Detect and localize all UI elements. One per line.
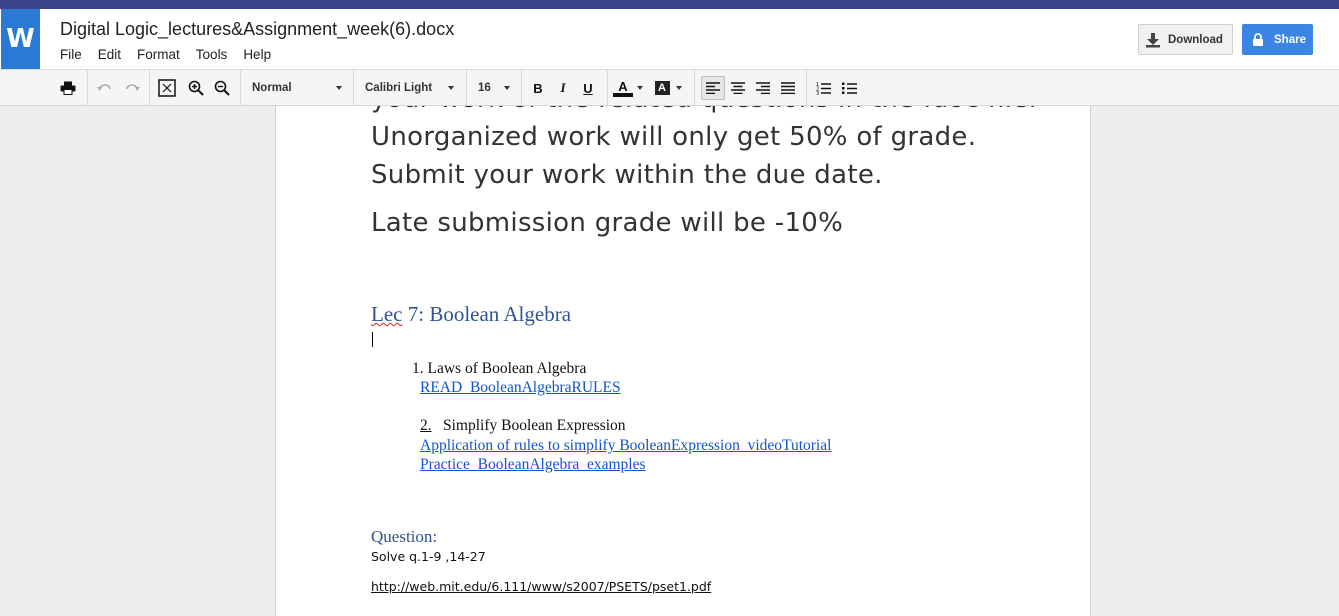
body-text-line: Submit your work within the due date. [371,160,883,190]
underline-button[interactable]: U [578,77,598,99]
text-color-letter: A [618,78,628,94]
align-center-icon [731,82,745,94]
redo-icon [126,84,140,91]
word-app-logo: W [1,9,40,69]
paragraph-style-value: Normal [252,82,292,94]
align-right-icon [756,82,770,94]
fit-page-button[interactable] [156,77,178,99]
italic-button[interactable]: I [553,77,573,99]
font-family-value: Calibri Light [365,82,433,94]
body-text-line: Late submission grade will be -10% [371,208,844,238]
body-text-line: Unorganized work will only get 50% of gr… [371,122,977,152]
font-size-value: 16 [478,82,491,94]
menu-format[interactable]: Format [137,47,180,62]
font-size-dropdown[interactable]: 16 [478,77,510,99]
font-family-dropdown[interactable]: Calibri Light [365,77,454,99]
body-text-line: your work of the related questions in th… [371,106,1037,114]
text-color-swatch [613,92,633,97]
menu-tools[interactable]: Tools [196,47,228,62]
chevron-down-icon [448,86,454,90]
link-pset-pdf[interactable]: http://web.mit.edu/6.111/www/s2007/PSETS… [371,579,711,594]
undo-icon [97,84,111,91]
menu-bar: File Edit Format Tools Help [60,47,287,62]
zoom-out-button[interactable] [211,77,233,99]
question-text: Solve q.1-9 ,14-27 [371,549,486,564]
link-video-tutorial[interactable]: Application of rules to simplify Boolean… [420,437,831,455]
fit-page-icon [158,79,176,97]
paragraph-style-dropdown[interactable]: Normal [252,77,342,99]
toolbar-separator [240,70,241,106]
app-header: W Digital Logic_lectures&Assignment_week… [0,9,1339,70]
undo-button[interactable] [94,77,116,99]
document-page[interactable]: your work of the related questions in th… [275,106,1091,616]
align-justify-icon [781,82,795,94]
align-right-button[interactable] [753,77,773,99]
menu-edit[interactable]: Edit [98,47,121,62]
toolbar-separator [521,70,522,106]
menu-file[interactable]: File [60,47,82,62]
text-color-button[interactable]: A [612,77,644,99]
menu-help[interactable]: Help [243,47,271,62]
svg-text:3: 3 [816,91,819,95]
lecture-heading: Lec 7: Boolean Algebra [371,302,571,327]
align-center-button[interactable] [728,77,748,99]
top-stripe [0,0,1339,9]
download-label: Download [1168,33,1223,46]
download-button[interactable]: Download [1138,24,1233,55]
misspelled-word[interactable]: Lec [371,302,402,326]
chevron-down-icon [504,86,510,90]
toolbar-separator [149,70,150,106]
highlight-color-button[interactable]: A [651,77,685,99]
list-item-simplify: Simplify Boolean Expression [443,417,626,434]
numbered-list-icon: 1 2 3 [816,82,831,95]
lecture-heading-text: 7: Boolean Algebra [402,302,572,326]
document-title[interactable]: Digital Logic_lectures&Assignment_week(6… [60,19,454,40]
list-item-number: 2. [420,417,432,434]
chevron-down-icon [675,86,682,90]
zoom-out-icon [214,80,230,96]
print-icon [60,81,76,95]
align-left-icon [706,82,720,94]
share-label: Share [1274,33,1306,46]
toolbar-separator [466,70,467,106]
question-heading: Question: [371,527,438,546]
download-icon [1146,32,1160,47]
bulleted-list-button[interactable] [839,77,859,99]
toolbar-separator [694,70,695,106]
toolbar-separator [87,70,88,106]
highlight-icon: A [654,81,670,95]
list-item-laws: 1. Laws of Boolean Algebra [412,360,587,377]
toolbar-separator [806,70,807,106]
print-button[interactable] [57,77,79,99]
align-justify-button[interactable] [778,77,798,99]
align-left-button[interactable] [701,76,725,100]
zoom-in-icon [188,80,204,96]
lock-icon [1253,33,1263,46]
numbered-list-button[interactable]: 1 2 3 [813,77,833,99]
link-read-boolean-rules[interactable]: READ_BooleanAlgebraRULES [420,379,621,397]
formatting-toolbar: Normal Calibri Light 16 B I U A A 1 2 3 [0,70,1339,106]
link-practice-examples[interactable]: Practice_BooleanAlgebra_examples [420,456,646,474]
text-cursor [372,332,373,347]
zoom-in-button[interactable] [185,77,207,99]
chevron-down-icon [336,86,342,90]
redo-button[interactable] [121,77,143,99]
share-button[interactable]: Share [1242,24,1313,55]
toolbar-separator [353,70,354,106]
toolbar-separator [607,70,608,106]
chevron-down-icon [637,86,643,90]
bold-button[interactable]: B [528,77,548,99]
bulleted-list-icon [841,82,857,94]
